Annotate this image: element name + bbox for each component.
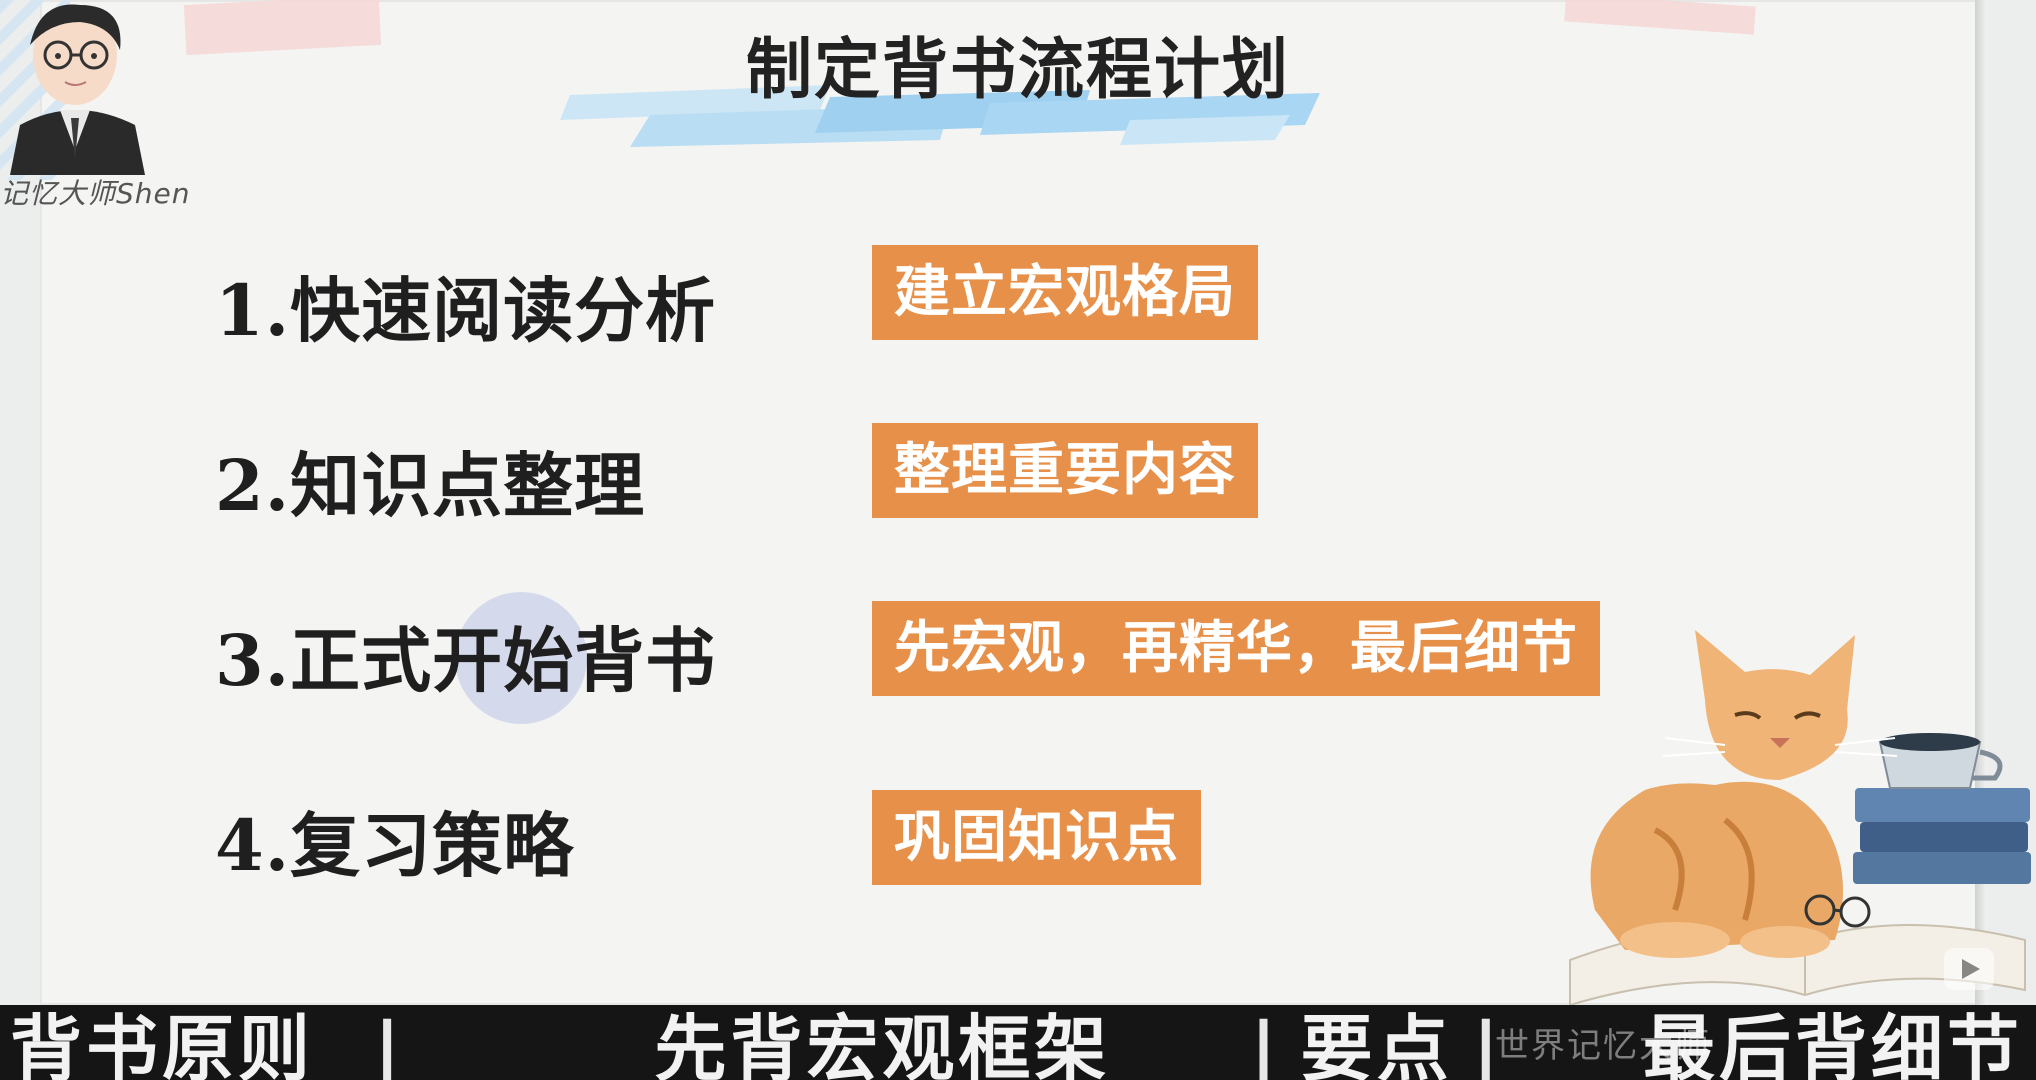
step-3-tag: 先宏观，再精华，最后细节: [872, 601, 1600, 696]
play-logo-icon: [1944, 948, 1994, 990]
slide-title: 制定背书流程计划: [746, 31, 1290, 108]
step-2-tag: 整理重要内容: [872, 423, 1258, 518]
subtitle-separator: |: [1250, 1007, 1281, 1080]
step-1-tag: 建立宏观格局: [872, 245, 1258, 340]
step-2-label: 2.知识点整理: [215, 444, 646, 527]
step-1-label: 1.快速阅读分析: [215, 269, 717, 352]
author-signature: 记忆大师Shen: [0, 177, 191, 210]
step-3-label: 3.正式开始背书: [215, 619, 717, 702]
channel-watermark: 世界记忆大师: [1495, 1026, 1711, 1066]
subtitle-bar: 背书原则 | 先背宏观框架 | 要点 | 最后背细节: [0, 1005, 2036, 1080]
subtitle-segment-2: 先背宏观框架: [654, 1007, 1111, 1080]
video-frame: 制定背书流程计划 记忆大师Shen 1.快速阅读分析 建立宏观格局 2.知识点整…: [0, 0, 2036, 1080]
subtitle-segment-3: 要点: [1300, 1007, 1453, 1080]
subtitle-segment-1: 背书原则: [10, 1007, 315, 1080]
step-4-tag: 巩固知识点: [872, 790, 1201, 885]
subtitle-separator: |: [374, 1007, 405, 1080]
step-4-label: 4.复习策略: [215, 804, 575, 887]
presenter-avatar: [10, 4, 145, 175]
subtitle-text: 背书原则 | 先背宏观框架 | 要点 | 最后背细节: [0, 1005, 2023, 1080]
